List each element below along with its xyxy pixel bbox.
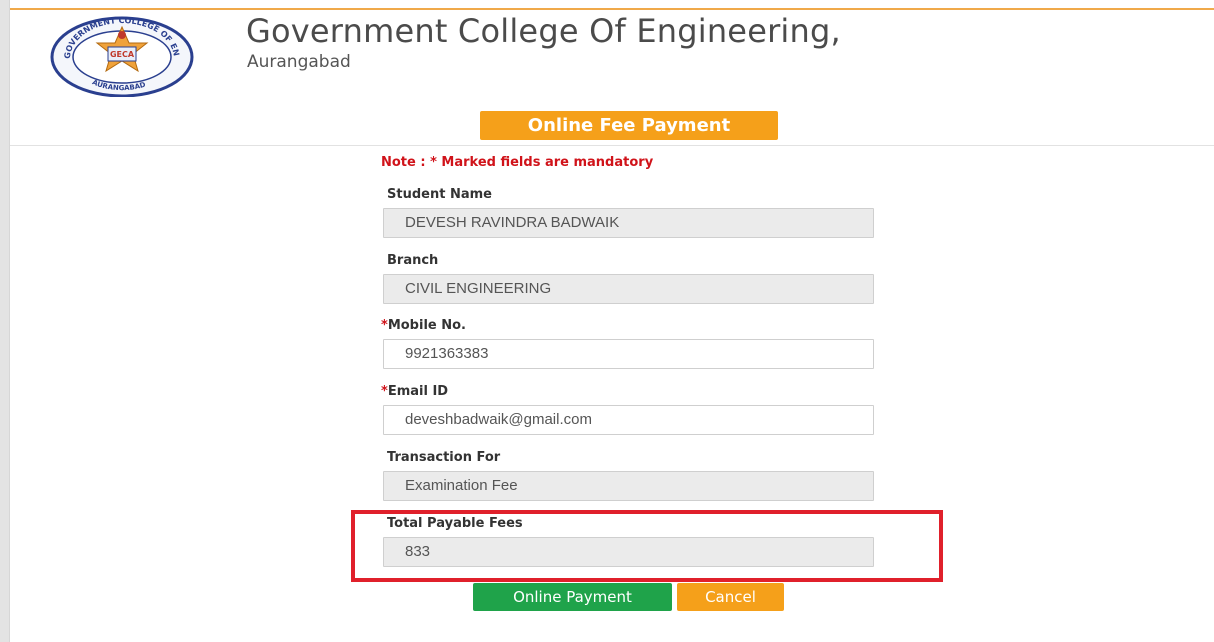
student-name-label: Student Name	[387, 187, 492, 202]
college-logo: GOVERNMENT COLLEGE OF ENGINEERING AURANG…	[46, 13, 194, 97]
email-label-text: Email ID	[387, 384, 449, 399]
top-accent-line	[10, 8, 1214, 10]
college-title: Government College Of Engineering,	[246, 12, 841, 50]
left-edge-bar	[0, 0, 10, 642]
student-name-field[interactable]: DEVESH RAVINDRA BADWAIK	[383, 208, 874, 238]
mandatory-note: Note : * Marked fields are mandatory	[381, 155, 654, 170]
total-fees-label: Total Payable Fees	[387, 516, 523, 531]
required-asterisk: *	[381, 318, 388, 333]
cancel-button[interactable]: Cancel	[677, 583, 784, 611]
email-label: *Email ID	[381, 384, 448, 399]
header-divider	[10, 145, 1214, 146]
online-fee-payment-banner: Online Fee Payment	[480, 111, 778, 140]
mobile-label-text: Mobile No.	[387, 318, 466, 333]
required-asterisk: *	[381, 384, 388, 399]
total-fees-field[interactable]: 833	[383, 537, 874, 567]
email-input[interactable]: deveshbadwaik@gmail.com	[383, 405, 874, 435]
transaction-for-field[interactable]: Examination Fee	[383, 471, 874, 501]
logo-abbrev-text: GECA	[110, 50, 135, 59]
branch-label: Branch	[387, 253, 439, 268]
mobile-label: *Mobile No.	[381, 318, 466, 333]
transaction-for-label: Transaction For	[387, 450, 501, 465]
online-payment-button[interactable]: Online Payment	[473, 583, 672, 611]
branch-field[interactable]: CIVIL ENGINEERING	[383, 274, 874, 304]
mobile-number-input[interactable]: 9921363383	[383, 339, 874, 369]
college-city: Aurangabad	[247, 52, 351, 72]
